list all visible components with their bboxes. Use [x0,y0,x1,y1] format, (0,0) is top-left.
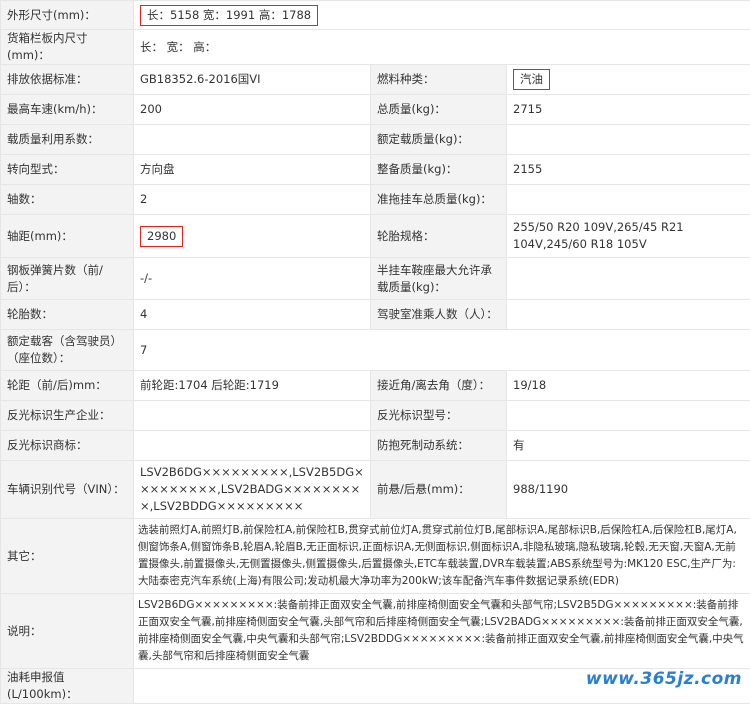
dims-value: 长：5158 宽：1991 高：1788 [140,5,318,26]
row-track: 轮距（前/后)mm： 前轮距:1704 后轮距:1719 接近角/离去角（度）：… [1,371,750,401]
row-dims: 外形尺寸(mm)： 长：5158 宽：1991 高：1788 [1,1,750,30]
row-springs: 钢板弹簧片数（前/后）： -/- 半挂车鞍座最大允许承载质量(kg)： [1,258,750,300]
wheelbase-value: 2980 [140,226,183,247]
loadfactor-value [134,125,371,155]
overhang-value: 988/1190 [507,461,750,519]
loadfactor-label: 载质量利用系数： [1,125,134,155]
angles-label: 接近角/离去角（度）： [371,371,507,401]
row-notes: 说明： LSV2B6DG×××××××××:装备前排正面双安全气囊,前排座椅侧面… [1,594,750,669]
dims-label: 外形尺寸(mm)： [1,1,134,30]
fuel-type-value: 汽油 [513,69,550,90]
seats-label: 额定载客（含驾驶员）（座位数）： [1,330,134,371]
notes-value: LSV2B6DG×××××××××:装备前排正面双安全气囊,前排座椅侧面安全气囊… [134,594,750,669]
trailer-mass-value [507,185,750,215]
row-vin: 车辆识别代号（VIN）： LSV2B6DG×××××××××,LSV2B5DG×… [1,461,750,519]
saddle-load-value [507,258,750,300]
rated-load-label: 额定载质量(kg)： [371,125,507,155]
axles-label: 轴数： [1,185,134,215]
tire-spec-label: 轮胎规格： [371,215,507,258]
springs-label: 钢板弹簧片数（前/后）： [1,258,134,300]
emission-label: 排放依据标准： [1,65,134,95]
row-axles: 轴数： 2 准拖挂车总质量(kg)： [1,185,750,215]
gross-mass-value: 2715 [507,95,750,125]
tire-spec-value: 255/50 R20 109V,265/45 R21 104V,245/60 R… [507,215,750,258]
reflector-model-value [507,401,750,431]
speed-label: 最高车速(km/h)： [1,95,134,125]
other-label: 其它： [1,519,134,594]
row-cargo: 货箱栏板内尺寸(mm)： 长： 宽： 高： [1,30,750,65]
row-emission: 排放依据标准： GB18352.6-2016国VI 燃料种类： 汽油 [1,65,750,95]
reflector-brand-label: 反光标识商标： [1,431,134,461]
reflector-model-label: 反光标识型号： [371,401,507,431]
reflector-maker-value [134,401,371,431]
row-reflector-brand: 反光标识商标： 防抱死制动系统： 有 [1,431,750,461]
rated-load-value [507,125,750,155]
vehicle-spec-table: 外形尺寸(mm)： 长：5158 宽：1991 高：1788 货箱栏板内尺寸(m… [0,0,750,704]
notes-label: 说明： [1,594,134,669]
saddle-load-label: 半挂车鞍座最大允许承载质量(kg)： [371,258,507,300]
axles-value: 2 [134,185,371,215]
cargo-value: 长： 宽： 高： [134,30,750,65]
steering-label: 转向型式： [1,155,134,185]
reflector-brand-value [134,431,371,461]
abs-value: 有 [507,431,750,461]
row-loadfactor: 载质量利用系数： 额定载质量(kg)： [1,125,750,155]
vin-value: LSV2B6DG×××××××××,LSV2B5DG×××××××××,LSV2… [134,461,371,519]
speed-value: 200 [134,95,371,125]
angles-value: 19/18 [507,371,750,401]
row-tires: 轮胎数： 4 驾驶室准乘人数（人）： [1,300,750,330]
other-value: 选装前照灯A,前照灯B,前保险杠A,前保险杠B,贯穿式前位灯A,贯穿式前位灯B,… [134,519,750,594]
wheelbase-label: 轴距(mm)： [1,215,134,258]
steering-value: 方向盘 [134,155,371,185]
track-label: 轮距（前/后)mm： [1,371,134,401]
fuel-consumption-label: 油耗申报值(L/100km)： [1,669,134,704]
row-reflector-maker: 反光标识生产企业： 反光标识型号： [1,401,750,431]
fuel-type-label: 燃料种类： [371,65,507,95]
cab-seats-label: 驾驶室准乘人数（人）： [371,300,507,330]
cargo-label: 货箱栏板内尺寸(mm)： [1,30,134,65]
emission-value: GB18352.6-2016国VI [134,65,371,95]
abs-label: 防抱死制动系统： [371,431,507,461]
tires-label: 轮胎数： [1,300,134,330]
gross-mass-label: 总质量(kg)： [371,95,507,125]
row-wheelbase: 轴距(mm)： 2980 轮胎规格： 255/50 R20 109V,265/4… [1,215,750,258]
row-other: 其它： 选装前照灯A,前照灯B,前保险杠A,前保险杠B,贯穿式前位灯A,贯穿式前… [1,519,750,594]
curb-mass-value: 2155 [507,155,750,185]
row-speed: 最高车速(km/h)： 200 总质量(kg)： 2715 [1,95,750,125]
reflector-maker-label: 反光标识生产企业： [1,401,134,431]
row-seats: 额定载客（含驾驶员）（座位数）： 7 [1,330,750,371]
vin-label: 车辆识别代号（VIN）： [1,461,134,519]
track-value: 前轮距:1704 后轮距:1719 [134,371,371,401]
seats-value: 7 [134,330,750,371]
watermark: www.365jz.com [586,669,742,689]
springs-value: -/- [134,258,371,300]
trailer-mass-label: 准拖挂车总质量(kg)： [371,185,507,215]
cab-seats-value [507,300,750,330]
tires-value: 4 [134,300,371,330]
row-steering: 转向型式： 方向盘 整备质量(kg)： 2155 [1,155,750,185]
overhang-label: 前悬/后悬(mm)： [371,461,507,519]
curb-mass-label: 整备质量(kg)： [371,155,507,185]
